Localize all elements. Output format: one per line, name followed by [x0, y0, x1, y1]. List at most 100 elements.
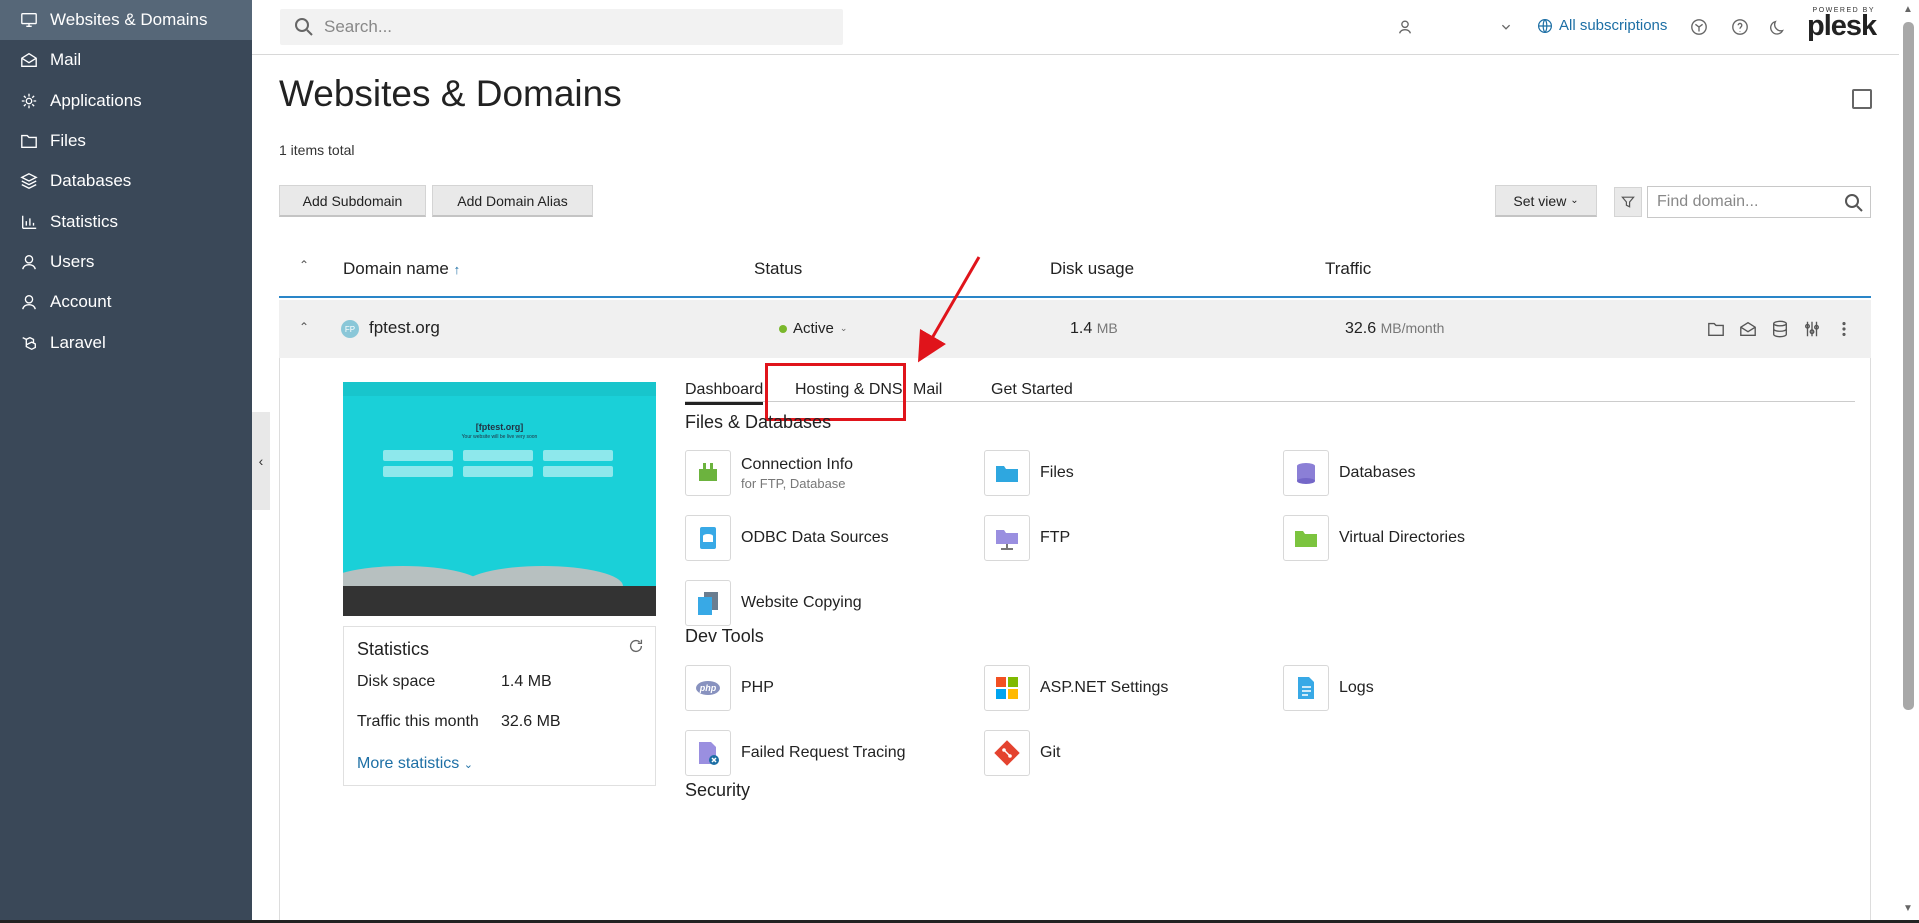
- section-dev-tools: Dev Tools: [685, 626, 764, 646]
- tool-php[interactable]: php PHP: [685, 665, 774, 711]
- tool-label: ASP.NET Settings: [1040, 679, 1169, 696]
- sidebar-item-users[interactable]: Users: [0, 242, 252, 282]
- table-row: ⌃ FP fptest.org Active ⌄ 1.4 MB 32.6 MB/m…: [279, 300, 1871, 358]
- set-view-button[interactable]: Set view ⌄: [1495, 185, 1597, 217]
- column-label: Domain name: [343, 259, 449, 278]
- search-icon: [1845, 194, 1863, 212]
- tool-databases[interactable]: Databases: [1283, 450, 1416, 496]
- sidebar-item-account[interactable]: Account: [0, 282, 252, 322]
- sidebar-item-websites-domains[interactable]: Websites & Domains: [0, 0, 252, 41]
- website-preview-image[interactable]: [fptest.org] Your website will be live v…: [343, 382, 656, 616]
- find-domain-placeholder: Find domain...: [1657, 193, 1759, 210]
- scroll-up-arrow[interactable]: ▲: [1903, 4, 1913, 15]
- preview-ground: [343, 586, 656, 616]
- more-options-icon[interactable]: [1835, 320, 1853, 338]
- layout-toggle-icon[interactable]: [1852, 89, 1872, 109]
- sidebar-item-label: Websites & Domains: [50, 10, 208, 30]
- subscriptions-label: All subscriptions: [1559, 17, 1668, 34]
- domain-detail-panel: [fptest.org] Your website will be live v…: [279, 358, 1871, 923]
- user-menu-icon[interactable]: [1394, 16, 1416, 38]
- database-icon: [1283, 450, 1329, 496]
- sidebar: Websites & Domains Mail Applications Fil…: [0, 0, 252, 923]
- sidebar-item-label: Statistics: [50, 211, 119, 231]
- search-icon: [295, 18, 313, 36]
- add-domain-alias-button[interactable]: Add Domain Alias: [432, 185, 593, 217]
- tool-odbc[interactable]: ODBC Data Sources: [685, 515, 889, 561]
- tool-label: Virtual Directories: [1339, 529, 1465, 546]
- status-badge[interactable]: Active ⌄: [779, 320, 847, 337]
- envelope-icon: [18, 49, 40, 71]
- stat-row-traffic: Traffic this month 32.6 MB: [357, 713, 561, 731]
- column-status[interactable]: Status: [754, 259, 802, 279]
- disk-usage-value: 1.4 MB: [1070, 320, 1118, 338]
- folder-icon[interactable]: [1707, 320, 1725, 338]
- sidebar-item-applications[interactable]: Applications: [0, 81, 252, 121]
- tool-label: Databases: [1339, 464, 1416, 481]
- filter-button[interactable]: [1614, 187, 1642, 217]
- sidebar-item-laravel[interactable]: Laravel: [0, 322, 252, 362]
- envelope-icon[interactable]: [1739, 320, 1757, 338]
- stat-value: 1.4 MB: [501, 673, 552, 690]
- scrollbar-thumb[interactable]: [1903, 22, 1914, 710]
- domain-link[interactable]: fptest.org: [369, 318, 440, 338]
- column-domain-name[interactable]: Domain name ↑: [343, 259, 460, 279]
- disk-unit: MB: [1096, 320, 1118, 336]
- tool-files[interactable]: Files: [984, 450, 1074, 496]
- preview-header: [343, 382, 656, 396]
- stat-row-disk: Disk space 1.4 MB: [357, 673, 552, 691]
- refresh-icon[interactable]: [627, 637, 645, 655]
- settings-sliders-icon[interactable]: [1803, 320, 1821, 338]
- sidebar-item-label: Applications: [50, 90, 142, 110]
- database-icon[interactable]: [1771, 320, 1789, 338]
- ftp-folder-icon: [984, 515, 1030, 561]
- tab-get-started[interactable]: Get Started: [991, 381, 1073, 399]
- tool-aspnet[interactable]: ASP.NET Settings: [984, 665, 1168, 711]
- column-disk-usage[interactable]: Disk usage: [1050, 259, 1134, 279]
- tool-logs[interactable]: Logs: [1283, 665, 1374, 711]
- domain-favicon-icon: FP: [341, 320, 359, 338]
- tool-git[interactable]: Git: [984, 730, 1060, 776]
- tool-sublabel: for FTP, Database: [741, 475, 846, 491]
- preview-site-title: [fptest.org]: [475, 422, 524, 432]
- search-input[interactable]: Search...: [280, 9, 843, 45]
- subscriptions-selector[interactable]: All subscriptions: [1537, 17, 1667, 34]
- git-icon: [984, 730, 1030, 776]
- user-icon: [18, 251, 40, 273]
- copy-icon: [685, 580, 731, 626]
- preview-tile: [543, 450, 613, 461]
- collapse-row-icon[interactable]: ⌃: [299, 320, 309, 334]
- monitor-icon: [18, 9, 40, 31]
- add-subdomain-button[interactable]: Add Subdomain: [279, 185, 426, 217]
- more-statistics-link[interactable]: More statistics ⌄: [357, 755, 473, 773]
- tool-failed-request-tracing[interactable]: Failed Request Tracing: [685, 730, 906, 776]
- database-icon: [18, 170, 40, 192]
- sidebar-item-databases[interactable]: Databases: [0, 161, 252, 201]
- sidebar-item-files[interactable]: Files: [0, 121, 252, 161]
- preview-tile: [383, 450, 453, 461]
- tool-website-copying[interactable]: Website Copying: [685, 580, 862, 626]
- moon-icon[interactable]: [1768, 16, 1790, 38]
- traffic-number: 32.6: [1345, 320, 1377, 337]
- help-icon[interactable]: [1729, 16, 1751, 38]
- collapse-all-icon[interactable]: ⌃: [299, 258, 309, 272]
- tool-label: Website Copying: [741, 594, 862, 611]
- chevron-down-icon[interactable]: [1495, 16, 1517, 38]
- tool-ftp[interactable]: FTP: [984, 515, 1070, 561]
- find-domain-input[interactable]: Find domain...: [1647, 186, 1871, 218]
- column-traffic[interactable]: Traffic: [1325, 259, 1371, 279]
- svg-text:php: php: [699, 683, 717, 693]
- php-icon: php: [685, 665, 731, 711]
- account-icon: [18, 291, 40, 313]
- tool-connection-info[interactable]: Connection Info for FTP, Database: [685, 450, 853, 496]
- chevron-down-icon: ⌄: [839, 323, 848, 333]
- filter-icon: [1621, 196, 1635, 208]
- preview-tile: [383, 466, 453, 477]
- sidebar-item-mail[interactable]: Mail: [0, 40, 252, 80]
- sidebar-item-label: Laravel: [50, 332, 106, 352]
- tab-mail[interactable]: Mail: [913, 381, 942, 399]
- sidebar-item-statistics[interactable]: Statistics: [0, 201, 252, 241]
- tab-dashboard[interactable]: Dashboard: [685, 381, 764, 405]
- scroll-down-arrow[interactable]: ▼: [1903, 903, 1913, 914]
- shield-icon[interactable]: [1688, 16, 1710, 38]
- tool-virtual-directories[interactable]: Virtual Directories: [1283, 515, 1465, 561]
